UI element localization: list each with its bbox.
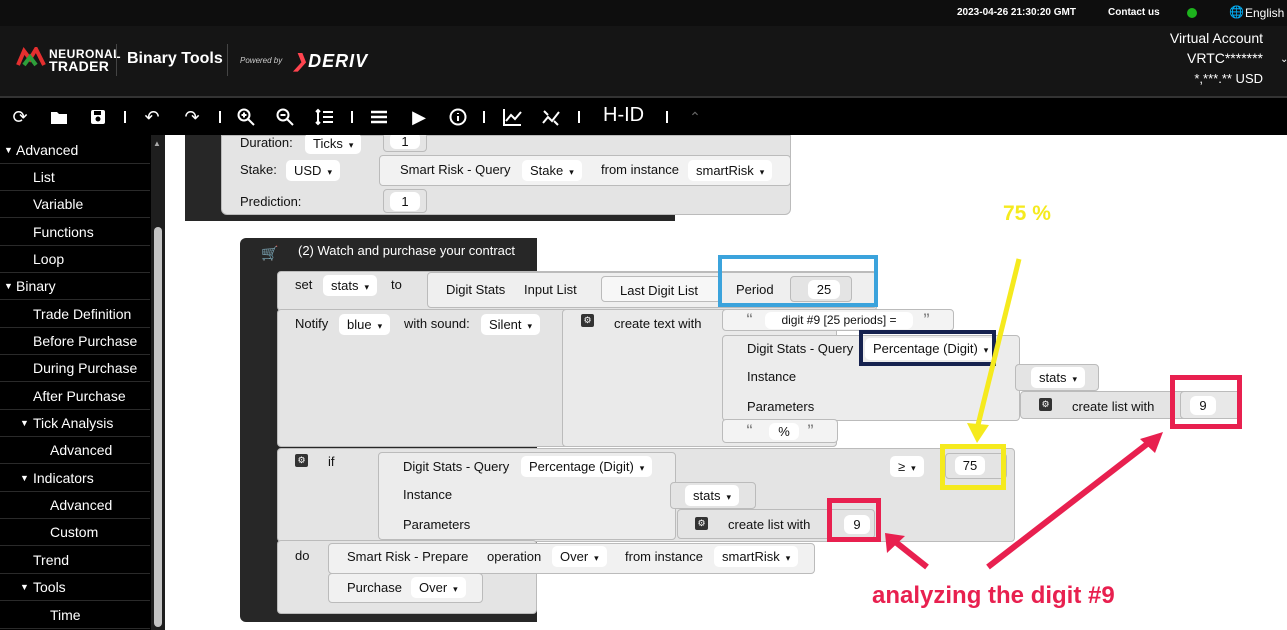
- annotation-arrows: [885, 258, 1163, 570]
- expand-triangle-icon: ▼: [20, 418, 29, 428]
- sidebar-item-advanced[interactable]: ▼ Advanced: [0, 137, 150, 164]
- sidebar-item-tick-analysis[interactable]: ▼ Tick Analysis: [0, 410, 150, 437]
- sidebar-item-tick-advanced[interactable]: Advanced: [0, 437, 150, 464]
- sidebar-item-trade-definition[interactable]: Trade Definition: [0, 301, 150, 328]
- toolbar: ⟳ ↶ ↷ ▶ H-ID ⌃: [0, 96, 1287, 135]
- sidebar-item-during-purchase[interactable]: During Purchase: [0, 355, 150, 382]
- save-icon[interactable]: [87, 106, 109, 128]
- sidebar-item-functions[interactable]: Functions: [0, 219, 150, 246]
- globe-icon: 🌐: [1229, 5, 1244, 19]
- neuronal-trader-logo-icon: [16, 47, 46, 67]
- app-title: Binary Tools: [127, 50, 223, 67]
- contact-us-link[interactable]: Contact us: [1108, 7, 1160, 18]
- deriv-logo: ❯DERIV: [292, 51, 369, 71]
- language-selector[interactable]: English: [1245, 6, 1284, 20]
- zoom-in-icon[interactable]: [235, 106, 257, 128]
- top-bar: 2023-04-26 21:30:20 GMT Contact us 🌐 Eng…: [0, 0, 1287, 26]
- sidebar-item-loop[interactable]: Loop: [0, 246, 150, 273]
- sidebar-item-custom[interactable]: Custom: [0, 519, 150, 546]
- trading-view-icon[interactable]: [540, 106, 562, 128]
- collapse-icon[interactable]: ⌃: [684, 106, 706, 128]
- sidebar-scrollbar[interactable]: ▲: [151, 135, 165, 630]
- chart-icon[interactable]: [501, 106, 523, 128]
- expand-triangle-icon: ▼: [4, 145, 13, 155]
- server-time: 2023-04-26 21:30:20 GMT: [957, 7, 1076, 18]
- info-icon[interactable]: [447, 106, 469, 128]
- account-id: VRTC*******: [1187, 50, 1263, 66]
- sidebar-item-after-purchase[interactable]: After Purchase: [0, 383, 150, 410]
- expand-triangle-icon: ▼: [20, 582, 29, 592]
- sidebar-item-variable[interactable]: Variable: [0, 191, 150, 218]
- sidebar-item-before-purchase[interactable]: Before Purchase: [0, 328, 150, 355]
- workspace-canvas[interactable]: Duration: Ticks 1 Stake: USD Smart Risk …: [165, 135, 1287, 630]
- sidebar-item-indicators-advanced[interactable]: Advanced: [0, 492, 150, 519]
- blocks-sidebar: ▼ Advanced List Variable Functions Loop ▼…: [0, 135, 165, 630]
- open-folder-icon[interactable]: [48, 106, 70, 128]
- connection-status-icon: [1187, 8, 1197, 18]
- reset-icon[interactable]: ⟳: [9, 106, 31, 128]
- account-dropdown-icon[interactable]: ⌄: [1280, 54, 1287, 65]
- scrollbar-thumb[interactable]: [154, 227, 162, 627]
- sidebar-item-time[interactable]: Time: [0, 602, 150, 629]
- account-type[interactable]: Virtual Account: [1170, 30, 1263, 46]
- account-balance: *,***.** USD: [1194, 71, 1263, 86]
- sort-blocks-icon[interactable]: [314, 106, 336, 128]
- sidebar-item-trend[interactable]: Trend: [0, 547, 150, 574]
- powered-by-label: Powered by: [240, 56, 283, 65]
- brand-line2: TRADER: [49, 58, 110, 74]
- undo-icon[interactable]: ↶: [141, 106, 163, 128]
- h-id-button[interactable]: H-ID: [603, 104, 644, 127]
- run-icon[interactable]: ▶: [408, 106, 430, 128]
- expand-triangle-icon: ▼: [4, 281, 13, 291]
- sidebar-item-tools[interactable]: ▼ Tools: [0, 574, 150, 601]
- sidebar-item-binary[interactable]: ▼ Binary: [0, 273, 150, 300]
- redo-icon[interactable]: ↷: [181, 106, 203, 128]
- scroll-up-icon[interactable]: ▲: [153, 139, 161, 148]
- expand-triangle-icon: ▼: [20, 473, 29, 483]
- sidebar-item-list[interactable]: List: [0, 164, 150, 191]
- deriv-wordmark: DERIV: [308, 51, 369, 71]
- zoom-out-icon[interactable]: [274, 106, 296, 128]
- sidebar-item-indicators[interactable]: ▼ Indicators: [0, 465, 150, 492]
- logs-icon[interactable]: [368, 106, 390, 128]
